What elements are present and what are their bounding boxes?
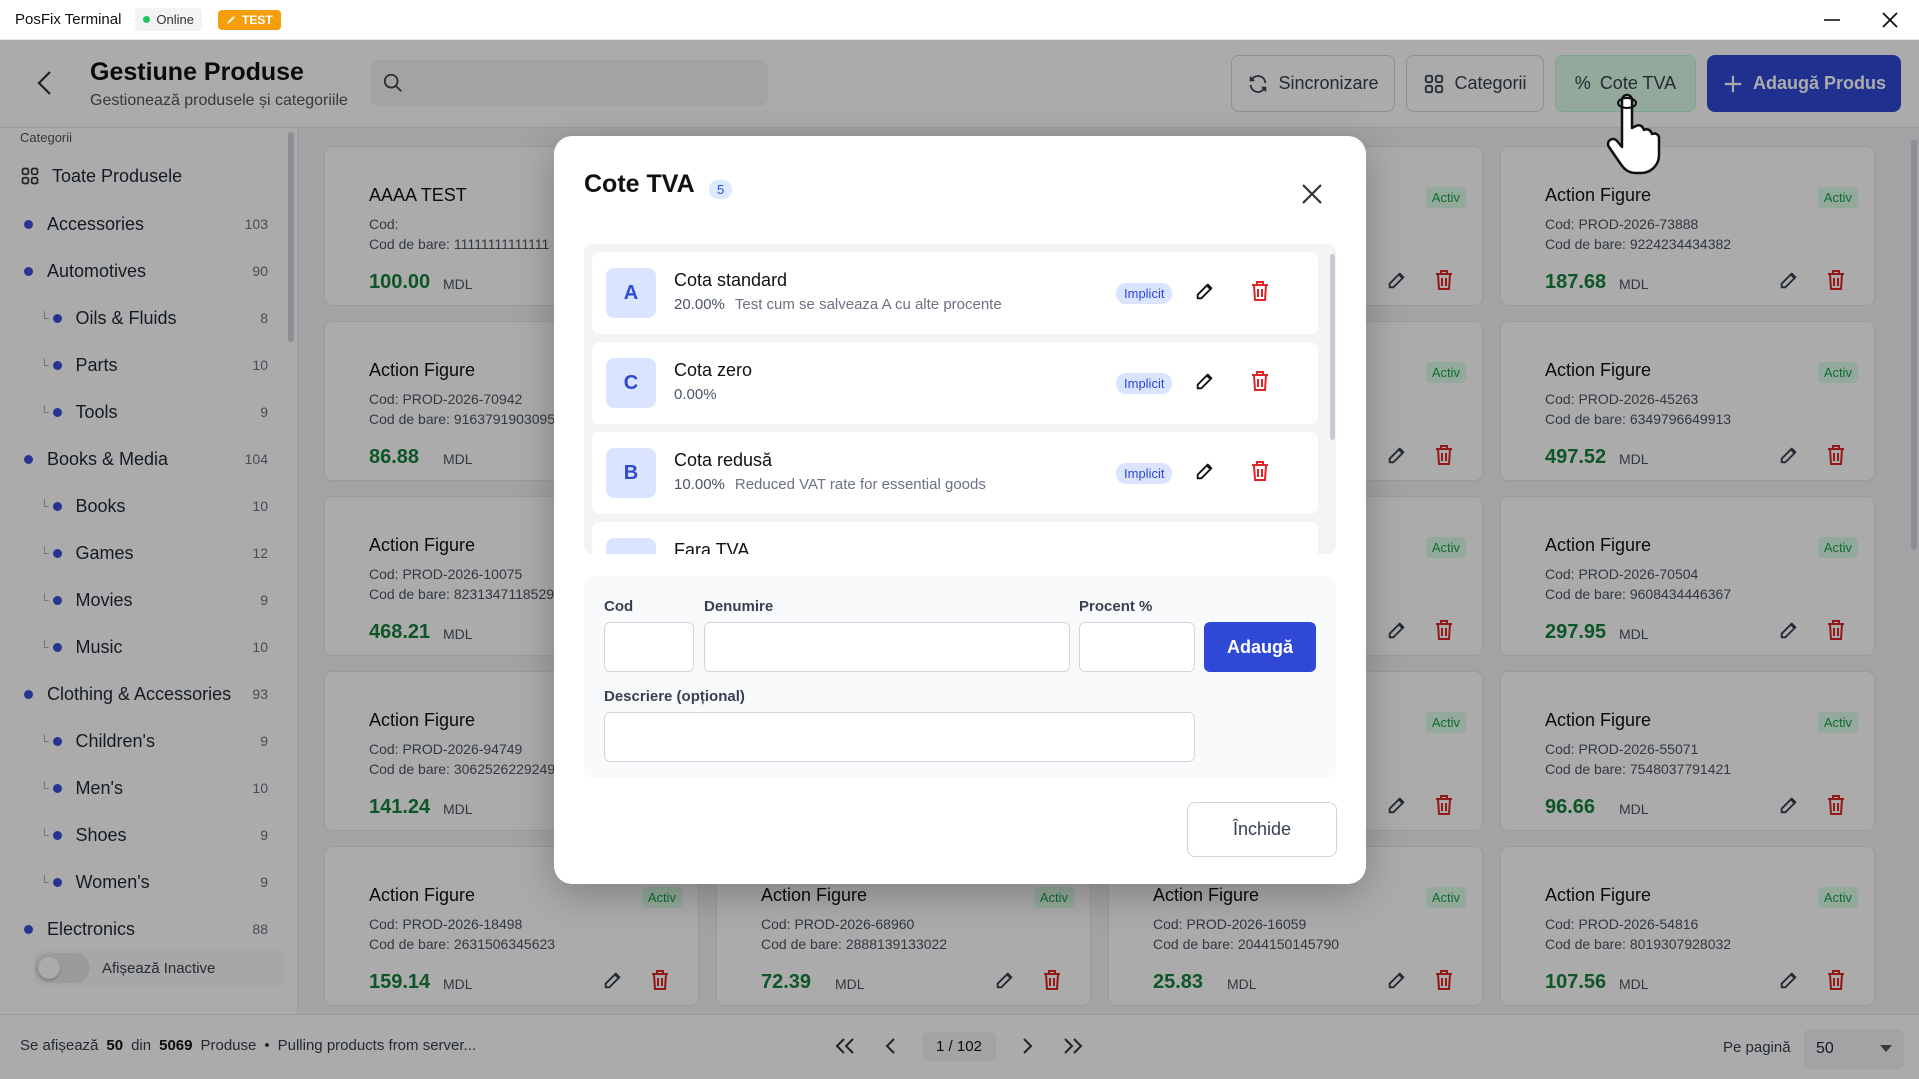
percent-input[interactable] [1079,622,1195,672]
default-badge: Implicit [1116,283,1173,304]
default-badge: Implicit [1116,373,1173,394]
online-label: Online [156,12,194,27]
test-label: TEST [242,12,273,27]
hand-cursor-icon [1604,92,1664,176]
edit-icon [1196,283,1213,300]
rate-percent: 20.00% [674,296,725,313]
close-icon [1302,184,1322,204]
delete-rate-button[interactable] [1250,280,1270,302]
edit-icon [1196,373,1213,390]
percent-label: Procent % [1079,598,1153,615]
online-badge: Online [135,8,202,31]
rate-description: Reduced VAT rate for essential goods [734,476,986,493]
vat-rate-item[interactable]: Fara TVA [592,522,1318,554]
vat-rate-item[interactable]: B Cota redusă 10.00% Reduced VAT rate for e… [592,432,1318,514]
rate-description: Test cum se salveaza A cu alte procente [734,296,1002,313]
rate-name: Cota zero [674,360,753,380]
rate-name: Cota redusă [674,450,773,470]
vat-rate-item[interactable]: A Cota standard 20.00% Test cum se salveaza… [592,252,1318,334]
rate-name: Cota standard [674,270,788,290]
rate-details: 10.00% Reduced VAT rate for essential goo… [674,476,986,493]
vat-rate-list: A Cota standard 20.00% Test cum se salveaza… [584,244,1336,554]
name-input[interactable] [704,622,1070,672]
rate-letter [606,538,656,554]
window-close-button[interactable] [1866,0,1914,40]
delete-rate-button[interactable] [1250,370,1270,392]
dialog-close-button[interactable] [1294,176,1330,212]
default-badge: Implicit [1116,463,1173,484]
rate-list-scrollbar[interactable] [1330,254,1335,440]
rate-percent: 0.00% [674,386,717,403]
close-icon [1882,12,1898,28]
minimize-icon [1824,19,1840,21]
description-label: Descriere (opțional) [604,688,745,705]
delete-rate-button[interactable] [1250,460,1270,482]
description-input[interactable] [604,712,1195,762]
trash-icon [1252,461,1268,481]
rate-details: 0.00% [674,386,727,403]
online-dot-icon [143,16,151,23]
rate-letter: A [606,268,656,318]
rate-count-badge: 5 [709,180,733,199]
pencil-icon [227,16,235,24]
rate-letter: B [606,448,656,498]
code-input[interactable] [604,622,694,672]
rate-details: 20.00% Test cum se salveaza A cu alte pro… [674,296,1002,313]
app-title: PosFix Terminal [15,11,122,28]
vat-rates-dialog: Cote TVA 5 A Cota standard 20.00% Test cum … [554,136,1366,884]
trash-icon [1252,281,1268,301]
add-rate-button[interactable]: Adaugă [1204,622,1316,672]
add-rate-form: Cod Denumire Procent % Adaugă Descriere … [584,576,1336,778]
rate-letter: C [606,358,656,408]
name-label: Denumire [704,598,774,615]
rate-name: Fara TVA [674,540,750,554]
title-bar: PosFix Terminal Online TEST [0,0,1919,40]
edit-rate-button[interactable] [1194,280,1216,302]
code-label: Cod [604,598,634,615]
edit-icon [1196,463,1213,480]
dialog-title: Cote TVA [584,170,695,198]
trash-icon [1252,371,1268,391]
test-badge: TEST [218,9,281,30]
edit-rate-button[interactable] [1194,370,1216,392]
minimize-button[interactable] [1808,0,1856,40]
edit-rate-button[interactable] [1194,460,1216,482]
rate-percent: 10.00% [674,476,725,493]
vat-rate-item[interactable]: C Cota zero 0.00% Implicit [592,342,1318,424]
close-dialog-button[interactable]: Închide [1187,802,1337,857]
